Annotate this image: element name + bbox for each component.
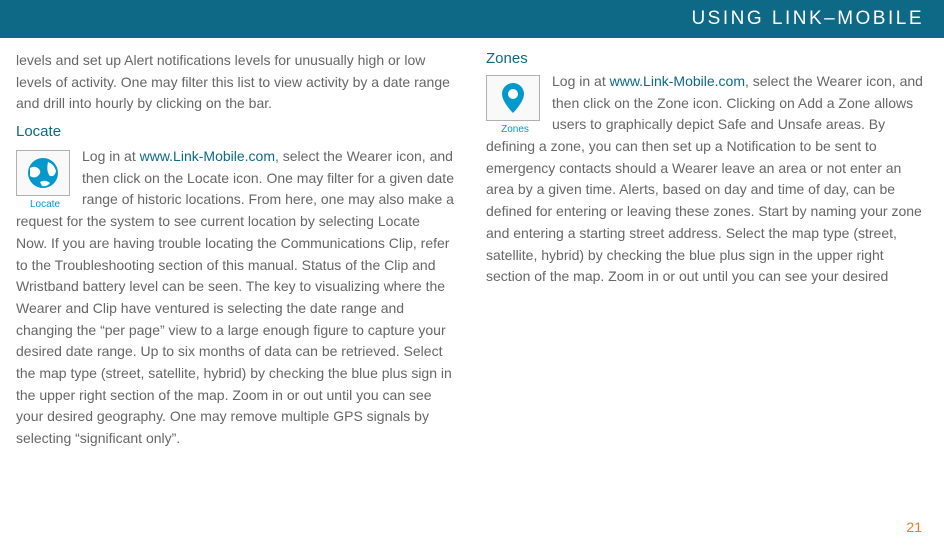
zones-section: Zones Log in at www.Link-Mobile.com, sel… [486, 71, 924, 288]
page-number: 21 [906, 519, 922, 535]
zones-pretext: Log in at [552, 73, 610, 89]
zones-icon-container: Zones [486, 75, 544, 135]
zones-link[interactable]: www.Link-Mobile.com [610, 73, 745, 89]
map-pin-icon [486, 75, 540, 121]
zones-heading: Zones [486, 50, 924, 67]
locate-posttext: , select the Wearer icon, and then click… [16, 148, 454, 446]
locate-icon-container: Locate [16, 150, 74, 210]
globe-icon [16, 150, 70, 196]
left-column: levels and set up Alert notifications le… [16, 50, 454, 450]
zones-paragraph: Log in at www.Link-Mobile.com, select th… [486, 71, 924, 288]
right-column: Zones Zones Log in at www.Link-Mobile.co… [486, 50, 924, 450]
zones-icon-label: Zones [486, 124, 544, 135]
zones-posttext: , select the Wearer icon, and then click… [486, 73, 923, 284]
content-area: levels and set up Alert notifications le… [0, 38, 944, 450]
locate-icon-label: Locate [16, 199, 74, 210]
header-title: USING LINK–MOBILE [691, 8, 924, 30]
locate-heading: Locate [16, 123, 454, 140]
locate-paragraph: Log in at www.Link-Mobile.com, select th… [16, 146, 454, 450]
locate-pretext: Log in at [82, 148, 140, 164]
locate-section: Locate Log in at www.Link-Mobile.com, se… [16, 146, 454, 450]
intro-paragraph: levels and set up Alert notifications le… [16, 50, 454, 115]
locate-link[interactable]: www.Link-Mobile.com [140, 148, 275, 164]
page-header: USING LINK–MOBILE [0, 0, 944, 38]
